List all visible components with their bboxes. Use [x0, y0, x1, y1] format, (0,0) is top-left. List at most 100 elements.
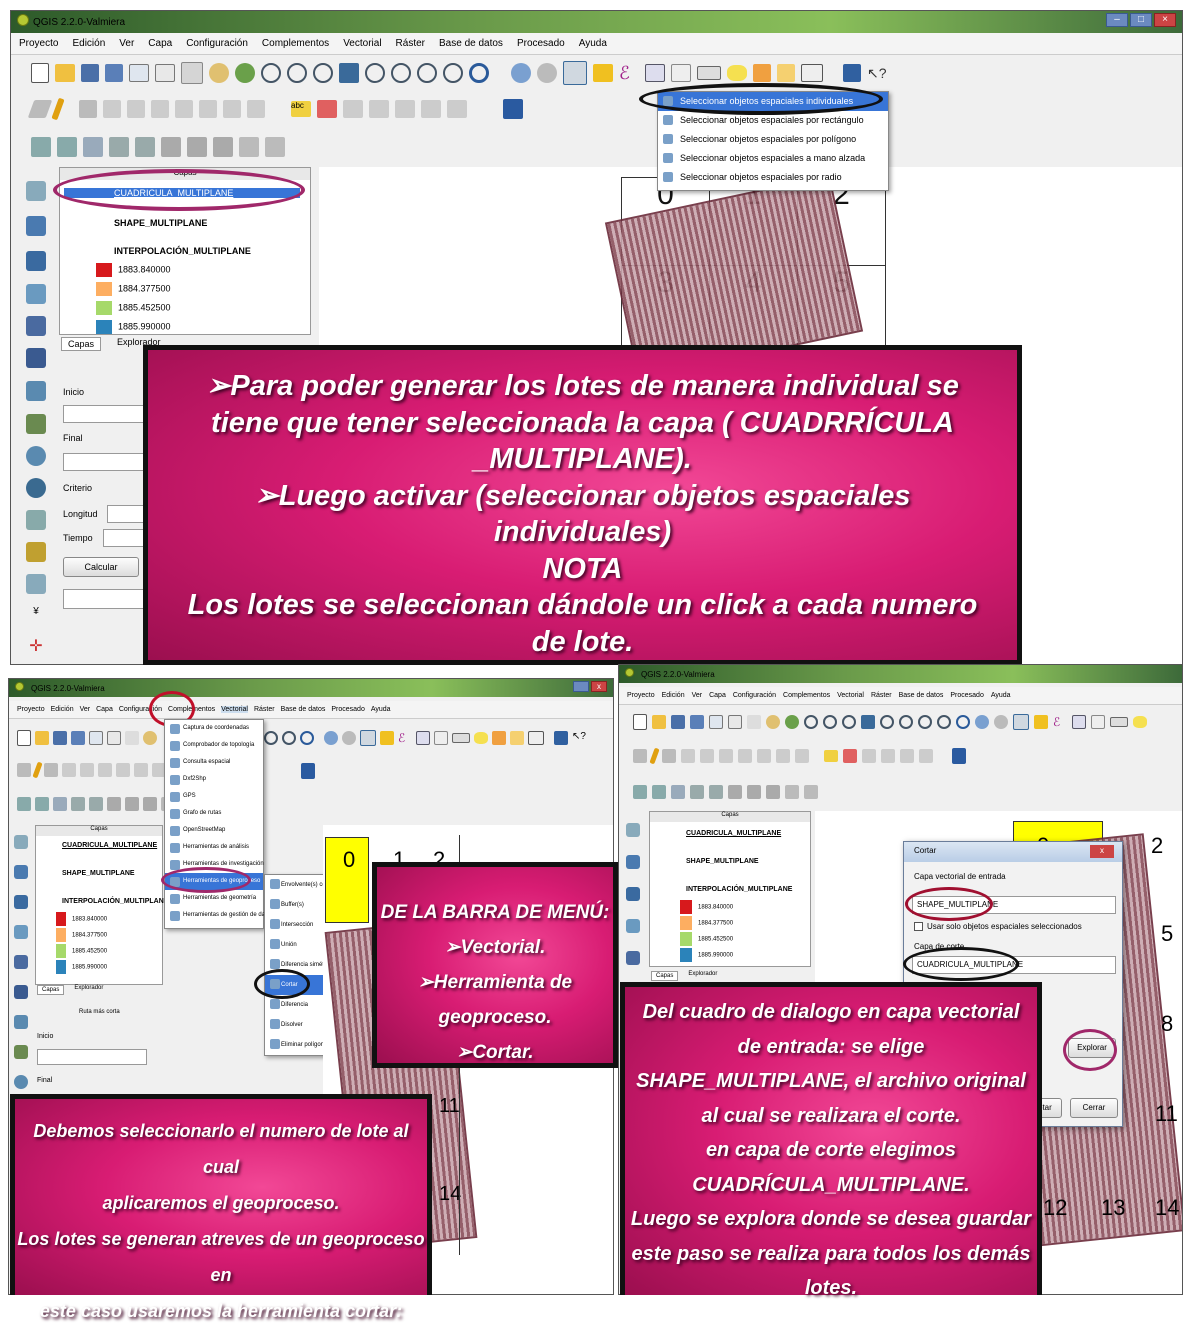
annotation-icon[interactable]	[528, 731, 544, 745]
cerrar-button[interactable]: Cerrar	[1070, 1098, 1118, 1118]
zoom-native-icon[interactable]	[842, 715, 856, 729]
new-vector-layer-icon[interactable]	[26, 574, 46, 594]
bookmark-icon[interactable]	[753, 64, 771, 82]
add-postgis-icon[interactable]	[53, 797, 67, 811]
add-wms-icon[interactable]	[187, 137, 207, 157]
node-tool-icon[interactable]	[719, 749, 733, 763]
text-annotation-icon[interactable]	[777, 64, 795, 82]
help-icon[interactable]	[843, 64, 861, 82]
zoom-in-icon[interactable]	[804, 715, 818, 729]
zoom-full-icon[interactable]	[339, 63, 359, 83]
menu-procesado[interactable]: Procesado	[331, 706, 364, 713]
new-temp-layer-icon[interactable]	[26, 542, 46, 562]
delete-selected-icon[interactable]	[738, 749, 752, 763]
menu-proyecto[interactable]: Proyecto	[17, 706, 45, 713]
add-oracle-icon[interactable]	[728, 785, 742, 799]
deselect-icon[interactable]	[1034, 715, 1048, 729]
whats-this-icon[interactable]: ↖?	[572, 731, 586, 745]
label-change-icon[interactable]	[919, 749, 933, 763]
menu-herramientas-gestion-datos[interactable]: Herramientas de gestión de datos	[165, 907, 273, 924]
refresh-icon[interactable]	[956, 715, 970, 729]
help-icon[interactable]	[554, 731, 568, 745]
identify-icon[interactable]	[511, 63, 531, 83]
whats-this-icon[interactable]: ↖?	[867, 64, 887, 82]
top-layer-shape[interactable]: SHAPE_MULTIPLANE	[114, 218, 207, 228]
measure-icon[interactable]	[697, 66, 721, 80]
zoom-layer-icon[interactable]	[899, 715, 913, 729]
delete-selected-icon[interactable]	[116, 763, 130, 777]
menu-select-rectangle[interactable]: Seleccionar objetos espaciales por rectá…	[658, 111, 888, 130]
python-console-icon[interactable]	[503, 99, 523, 119]
add-spatialite-layer-icon[interactable]	[26, 284, 46, 304]
toggle-edit-icon[interactable]	[17, 763, 31, 777]
field-calculator-icon[interactable]	[1091, 715, 1105, 729]
field-calculator-icon[interactable]	[671, 64, 691, 82]
save-as-icon[interactable]	[690, 715, 704, 729]
save-edits-icon[interactable]	[79, 100, 97, 118]
globe-icon[interactable]	[26, 478, 46, 498]
menu-complementos[interactable]: Complementos	[783, 692, 830, 699]
add-oracle-layer-icon[interactable]	[14, 985, 28, 999]
pan-to-selection-icon[interactable]	[235, 63, 255, 83]
menu-base-de-datos[interactable]: Base de datos	[439, 38, 503, 49]
add-spatialite-layer-icon[interactable]	[626, 919, 640, 933]
menu-select-polygon[interactable]: Seleccionar objetos espaciales por políg…	[658, 130, 888, 149]
menu-select-individual[interactable]: Seleccionar objetos espaciales individua…	[658, 92, 888, 111]
add-vector-icon[interactable]	[31, 137, 51, 157]
attribute-table-icon[interactable]	[416, 731, 430, 745]
minimize-button[interactable]	[573, 681, 589, 692]
menu-comprobador-topologia[interactable]: Comprobador de topología	[165, 737, 263, 754]
menu-proyecto[interactable]: Proyecto	[627, 692, 655, 699]
node-tool-icon[interactable]	[98, 763, 112, 777]
input-layer-combo[interactable]: SHAPE_MULTIPLANE	[912, 896, 1116, 914]
deselect-icon[interactable]	[380, 731, 394, 745]
toggle-edit-icon[interactable]	[27, 100, 53, 118]
expression-select-icon[interactable]: ℰ	[619, 63, 639, 83]
menu-capa[interactable]: Capa	[148, 38, 172, 49]
node-tool-icon[interactable]	[151, 100, 169, 118]
menu-gps[interactable]: GPS	[165, 788, 263, 805]
label-icon[interactable]: abc	[291, 101, 311, 117]
add-raster-icon[interactable]	[652, 785, 666, 799]
add-raster-layer-icon[interactable]	[626, 855, 640, 869]
left-layer-interpolacion[interactable]: INTERPOLACIÓN_MULTIPLANE	[62, 898, 168, 905]
move-feature-icon[interactable]	[700, 749, 714, 763]
right-lot-14[interactable]: 14	[1155, 1195, 1179, 1221]
input-inicio[interactable]	[63, 405, 153, 423]
menu-select-radius[interactable]: Seleccionar objetos espaciales por radio	[658, 168, 888, 187]
refresh-icon[interactable]	[469, 63, 489, 83]
menu-raster[interactable]: Ráster	[254, 706, 275, 713]
menu-ver[interactable]: Ver	[80, 706, 91, 713]
label-tool-icon[interactable]	[447, 100, 467, 118]
left-layer-cuadricula[interactable]: CUADRICULA_MULTIPLANE	[62, 842, 157, 849]
identify-options-icon[interactable]	[342, 731, 356, 745]
menu-vectorial[interactable]: Vectorial	[837, 692, 864, 699]
add-raster-layer-icon[interactable]	[26, 216, 46, 236]
add-wfs-icon[interactable]	[239, 137, 259, 157]
add-postgis-icon[interactable]	[671, 785, 685, 799]
tab-explorador[interactable]: Explorador	[688, 971, 717, 981]
add-feature-icon[interactable]	[681, 749, 695, 763]
text-annotation-icon[interactable]	[510, 731, 524, 745]
minimize-button[interactable]: –	[1106, 13, 1128, 27]
print-composer-icon[interactable]	[709, 715, 723, 729]
tab-capas[interactable]: Capas	[61, 337, 102, 351]
pan-icon[interactable]	[209, 63, 229, 83]
menu-dxf2shp[interactable]: Dxf2Shp	[165, 771, 263, 788]
menu-ayuda[interactable]: Ayuda	[991, 692, 1011, 699]
map-tips-icon[interactable]	[474, 732, 488, 744]
select-feature-icon[interactable]	[563, 61, 587, 85]
menu-base-de-datos[interactable]: Base de datos	[899, 692, 944, 699]
menu-herramientas-investigacion[interactable]: Herramientas de investigación	[165, 856, 264, 873]
close-button[interactable]: x	[591, 681, 607, 692]
checkbox-box[interactable]	[914, 922, 923, 931]
calcular-button[interactable]: Calcular	[63, 557, 139, 577]
left-lot-14[interactable]: 14	[439, 1183, 461, 1206]
identify-icon[interactable]	[324, 731, 338, 745]
menu-consulta-espacial[interactable]: Consulta espacial	[165, 754, 263, 771]
identify-options-icon[interactable]	[994, 715, 1008, 729]
zoom-selection-icon[interactable]	[365, 63, 385, 83]
add-oracle-icon[interactable]	[107, 797, 121, 811]
zoom-last-icon[interactable]	[264, 731, 278, 745]
menu-complementos[interactable]: Complementos	[168, 706, 215, 713]
